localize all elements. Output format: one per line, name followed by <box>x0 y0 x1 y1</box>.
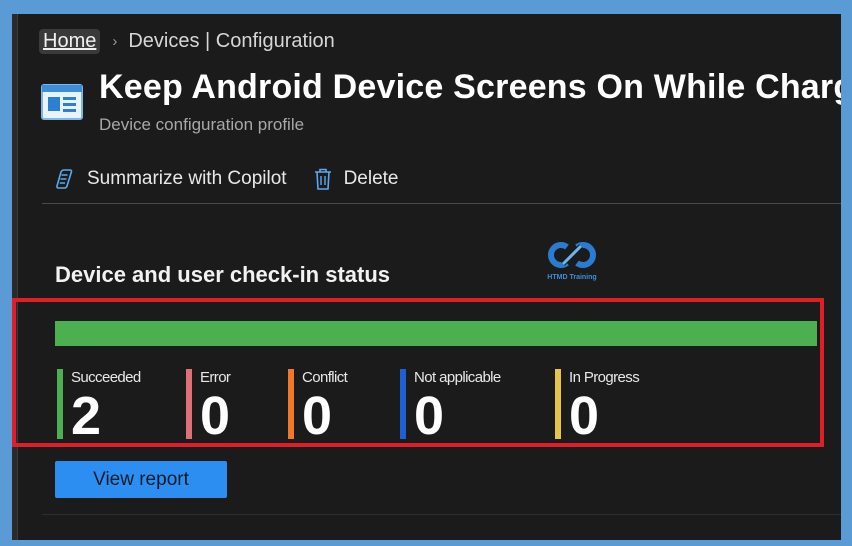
stat-conflict-color-bar <box>288 369 294 439</box>
stat-error-color-bar <box>186 369 192 439</box>
stat-conflict-count: 0 <box>302 386 333 446</box>
summarize-with-copilot-button[interactable]: Summarize with Copilot <box>52 167 287 191</box>
toolbar-divider <box>42 203 841 204</box>
stat-in-progress-color-bar <box>555 369 561 439</box>
copilot-icon <box>56 169 73 189</box>
breadcrumb: Home › Devices | Configuration <box>39 26 335 56</box>
checkin-status-title: Device and user check-in status <box>55 262 391 287</box>
stat-succeeded-label: Succeeded <box>71 369 141 386</box>
page-subtitle: Device configuration profile <box>99 115 305 134</box>
stat-error-count: 0 <box>200 386 231 446</box>
stat-in-progress-label: In Progress <box>569 369 640 386</box>
app-window: Home › Devices | Configuration Keep Andr… <box>12 14 841 540</box>
stat-not-applicable-label: Not applicable <box>414 369 501 386</box>
breadcrumb-devices-configuration-link[interactable]: Devices | Configuration <box>128 30 334 53</box>
stat-error-label: Error <box>200 369 231 386</box>
logo-caption: HTMD Training <box>547 274 597 281</box>
delete-label: Delete <box>343 168 399 189</box>
stat-succeeded-color-bar <box>57 369 63 439</box>
view-report-button[interactable]: View report <box>55 461 227 498</box>
breadcrumb-home-link[interactable]: Home <box>39 28 101 54</box>
checkin-status-bar <box>55 321 817 346</box>
htmd-training-logo: HTMD Training <box>539 236 605 284</box>
page-title: Keep Android Device Screens On While Cha… <box>99 68 841 106</box>
trash-icon <box>314 168 331 190</box>
bottom-divider <box>42 514 841 515</box>
summarize-label: Summarize with Copilot <box>87 168 287 189</box>
htmd-logo-icon <box>548 242 596 268</box>
stat-not-applicable-count: 0 <box>414 386 445 446</box>
breadcrumb-separator: › <box>112 32 118 50</box>
left-edge <box>12 14 18 540</box>
device-profile-icon <box>41 84 83 120</box>
stat-succeeded-count: 2 <box>71 386 102 446</box>
stat-conflict-label: Conflict <box>302 369 348 386</box>
delete-button[interactable]: Delete <box>313 167 399 191</box>
command-bar: Summarize with Copilot Delete <box>52 164 399 194</box>
stat-in-progress-count: 0 <box>569 386 600 446</box>
stat-not-applicable-color-bar <box>400 369 406 439</box>
